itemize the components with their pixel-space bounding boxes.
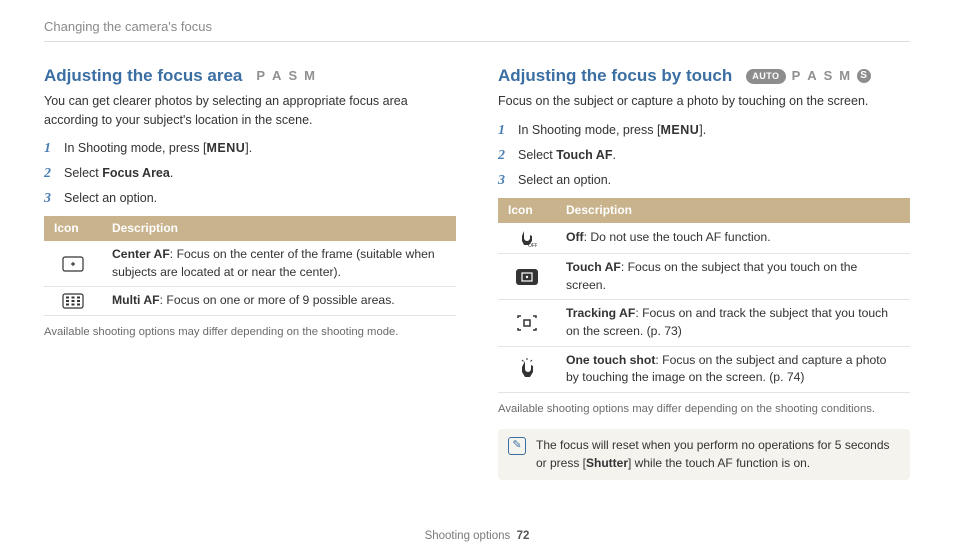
cell-desc: Tracking AF: Focus on and track the subj… [556,300,910,346]
step-text: Select an option. [64,189,157,209]
step-1: 1 In Shooting mode, press [MENU]. [44,139,456,159]
menu-button-label: MENU [206,141,245,155]
left-column: Adjusting the focus area P A S M You can… [44,64,456,480]
mode-p: P [256,67,266,86]
menu-button-label: MENU [660,123,699,137]
step-text: In Shooting mode, press [MENU]. [64,139,252,159]
mode-s: S [824,67,834,86]
focus-area-table: IconDescription Center AF: Focus on the … [44,216,456,316]
section-title-focus-touch: Adjusting the focus by touch AUTO P A S … [498,64,910,89]
th-icon: Icon [498,198,556,223]
mode-a: A [807,67,817,86]
note-box: ✎ The focus will reset when you perform … [498,429,910,480]
table-row: OFF Off: Do not use the touch AF functio… [498,223,910,254]
step-text: Select an option. [518,171,611,191]
step-text: In Shooting mode, press [MENU]. [518,121,706,141]
step-3: 3 Select an option. [498,171,910,191]
title-text: Adjusting the focus area [44,64,242,89]
step-3: 3 Select an option. [44,189,456,209]
cell-desc: Off: Do not use the touch AF function. [556,223,910,254]
mode-m: M [304,67,316,86]
note-icon: ✎ [508,437,526,455]
touch-af-table: IconDescription OFF Off: Do not use the … [498,198,910,394]
note-text: The focus will reset when you perform no… [536,437,900,472]
cell-desc: One touch shot: Focus on the subject and… [556,346,910,392]
touch-off-icon: OFF [517,228,537,248]
mode-a: A [272,67,282,86]
footnote: Available shooting options may differ de… [44,324,456,340]
mode-auto-pill: AUTO [746,69,785,84]
th-desc: Description [556,198,910,223]
mode-s-pill: S [857,69,871,83]
th-desc: Description [102,216,456,241]
touch-af-icon [515,268,539,286]
svg-text:OFF: OFF [528,243,537,248]
tracking-af-icon [516,314,538,332]
title-text: Adjusting the focus by touch [498,64,732,89]
header-rule [44,41,910,42]
table-row: One touch shot: Focus on the subject and… [498,346,910,392]
page-footer: Shooting options 72 [0,528,954,545]
step-number: 1 [498,121,510,141]
th-icon: Icon [44,216,102,241]
multi-af-icon [62,293,84,309]
cell-desc: Touch AF: Focus on the subject that you … [556,253,910,299]
table-row: Multi AF: Focus on one or more of 9 poss… [44,287,456,316]
table-row: Tracking AF: Focus on and track the subj… [498,300,910,346]
table-row: Touch AF: Focus on the subject that you … [498,253,910,299]
step-number: 3 [44,189,56,209]
mode-p: P [792,67,802,86]
center-af-icon [62,256,84,272]
mode-indicators: P A S M [256,67,316,86]
step-number: 1 [44,139,56,159]
mode-m: M [839,67,851,86]
footnote: Available shooting options may differ de… [498,401,910,417]
step-number: 2 [44,164,56,184]
step-2: 2 Select Focus Area. [44,164,456,184]
step-text: Select Touch AF. [518,146,616,166]
cell-desc: Center AF: Focus on the center of the fr… [102,241,456,287]
section-title-focus-area: Adjusting the focus area P A S M [44,64,456,89]
step-2: 2 Select Touch AF. [498,146,910,166]
cell-desc: Multi AF: Focus on one or more of 9 poss… [102,287,456,316]
step-number: 3 [498,171,510,191]
right-column: Adjusting the focus by touch AUTO P A S … [498,64,910,480]
mode-s: S [288,67,298,86]
breadcrumb: Changing the camera's focus [44,18,910,37]
step-1: 1 In Shooting mode, press [MENU]. [498,121,910,141]
step-number: 2 [498,146,510,166]
mode-indicators: AUTO P A S M S [746,67,871,86]
table-row: Center AF: Focus on the center of the fr… [44,241,456,287]
step-text: Select Focus Area. [64,164,173,184]
one-touch-shot-icon [517,358,537,380]
intro-text: Focus on the subject or capture a photo … [498,92,910,110]
intro-text: You can get clearer photos by selecting … [44,92,456,128]
